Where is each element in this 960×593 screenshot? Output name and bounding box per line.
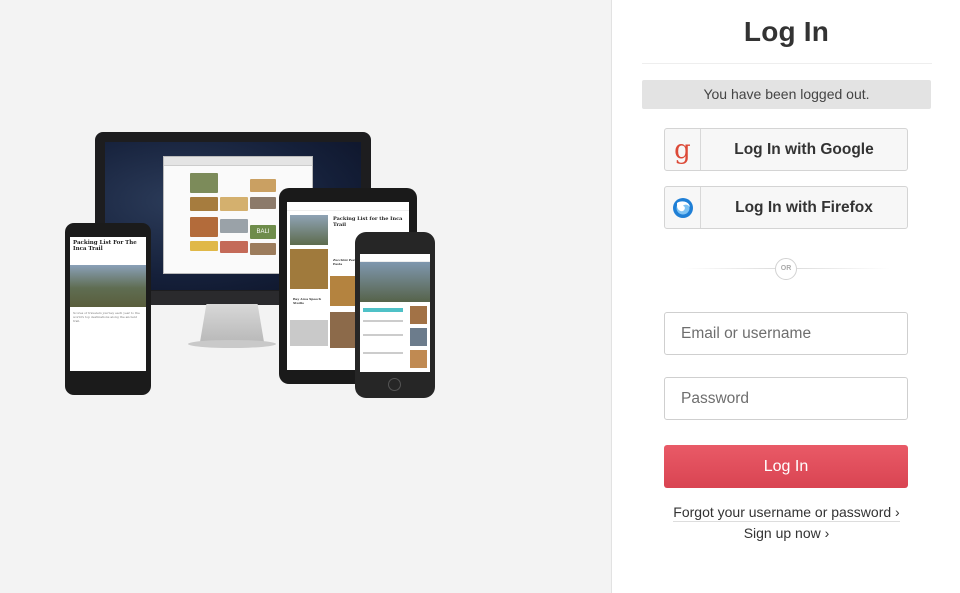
login-panel: Log In You have been logged out. g Log I… (611, 0, 960, 593)
android-phone: Packing List For The Inca Trail Scores o… (65, 223, 151, 395)
forgot-link-text: Forgot your username or password › (673, 504, 900, 522)
or-divider: OR (682, 258, 890, 280)
title-divider (642, 63, 932, 64)
tablet-item-2: Bay Area Speech Studio (293, 297, 322, 305)
password-input[interactable] (664, 377, 908, 420)
android-article-title: Packing List For The Inca Trail (73, 240, 137, 252)
firefox-icon-cell (665, 187, 701, 228)
forgot-credentials-link[interactable]: Forgot your username or password › (612, 504, 960, 522)
signup-link[interactable]: Sign up now › (612, 525, 960, 541)
logged-out-notice: You have been logged out. (642, 80, 931, 109)
iphone (355, 232, 435, 398)
login-with-firefox-button[interactable]: Log In with Firefox (664, 186, 908, 229)
mountain-photo (70, 265, 146, 307)
bali-tile: BALI (250, 225, 276, 239)
iphone-screen (360, 254, 430, 372)
monitor-base (188, 340, 276, 348)
login-button[interactable]: Log In (664, 445, 908, 488)
email-username-input[interactable] (664, 312, 908, 355)
devices-illustration: BALI Packing List For The Inca Trail Sco… (60, 125, 450, 405)
google-icon-cell: g (665, 129, 701, 170)
monitor-stand (200, 304, 264, 342)
google-button-label: Log In with Google (734, 140, 874, 158)
firefox-button-label: Log In with Firefox (735, 198, 873, 216)
google-g-icon: g (674, 134, 691, 165)
login-with-google-button[interactable]: g Log In with Google (664, 128, 908, 171)
iphone-home-button (388, 378, 401, 391)
hero-illustration-pane: BALI Packing List For The Inca Trail Sco… (0, 0, 611, 593)
tablet-article-title: Packing List for the Inca Trail (333, 216, 403, 228)
signup-link-text: Sign up now › (743, 525, 830, 541)
or-badge: OR (775, 258, 797, 280)
firefox-icon (672, 197, 693, 218)
android-screen: Packing List For The Inca Trail Scores o… (70, 237, 146, 371)
page-title: Log In (743, 16, 830, 47)
